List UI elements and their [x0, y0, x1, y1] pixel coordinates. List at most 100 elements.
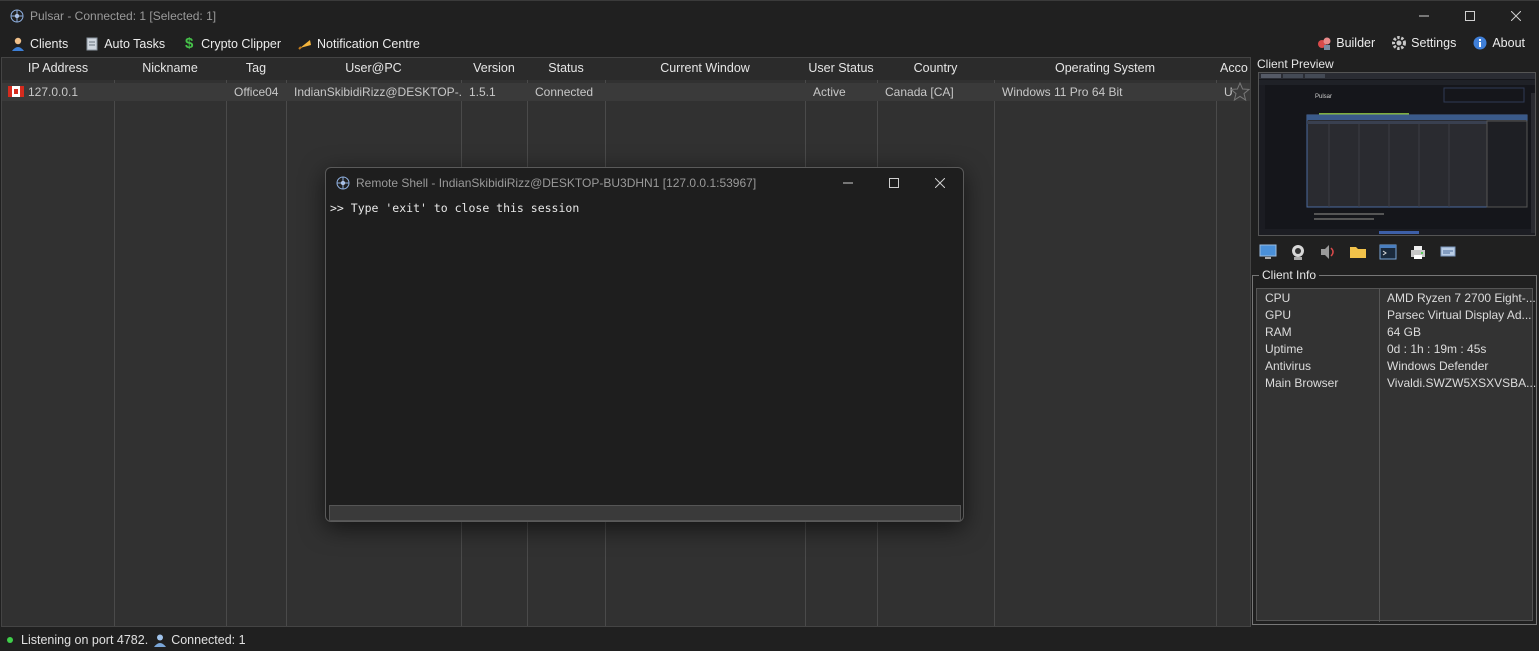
list-header: IP Address Nickname Tag User@PC Version … — [2, 58, 1250, 80]
col-version[interactable]: Version — [461, 58, 527, 80]
list-item[interactable]: Antivirus Windows Defender — [1257, 358, 1534, 375]
client-tools — [1256, 240, 1466, 264]
info-key-ram: RAM — [1265, 325, 1292, 339]
minimize-icon — [1419, 15, 1429, 17]
info-value-cpu: AMD Ryzen 7 2700 Eight-... — [1387, 291, 1536, 305]
gear-icon — [1391, 35, 1407, 51]
info-value-uptime: 0d : 1h : 19m : 45s — [1387, 342, 1487, 356]
dialog-title: Remote Shell - IndianSkibidiRizz@DESKTOP… — [356, 176, 757, 190]
col-nickname[interactable]: Nickname — [114, 58, 226, 80]
cell-user-status: Active — [813, 85, 846, 99]
menu-builder-label: Builder — [1336, 36, 1376, 50]
col-country[interactable]: Country — [877, 58, 994, 80]
status-bar: Listening on port 4782. Connected: 1 — [0, 628, 1539, 651]
info-value-gpu: Parsec Virtual Display Ad... — [1387, 308, 1532, 322]
window-title: Pulsar - Connected: 1 [Selected: 1] — [30, 9, 217, 23]
cell-nickname — [114, 83, 226, 101]
menu-notification-centre[interactable]: Notification Centre — [287, 32, 426, 56]
col-ip-address[interactable]: IP Address — [2, 58, 114, 80]
col-user-pc[interactable]: User@PC — [286, 58, 461, 80]
webcam-icon — [1292, 245, 1304, 260]
minimize-button[interactable] — [1401, 1, 1447, 31]
info-value-ram: 64 GB — [1387, 325, 1422, 339]
menu-crypto-clipper[interactable]: $ Crypto Clipper — [171, 32, 287, 56]
cell-status: Connected — [535, 85, 594, 99]
bell-icon — [297, 36, 313, 52]
star-icon[interactable] — [1230, 82, 1250, 102]
menu-notification-centre-label: Notification Centre — [317, 36, 420, 51]
cell-user-pc: IndianSkibidiRizz@DESKTOP-... — [294, 85, 461, 99]
shell-output[interactable]: >> Type 'exit' to close this session — [330, 201, 960, 499]
col-current-window[interactable]: Current Window — [605, 58, 805, 80]
client-preview-image[interactable]: Pulsar — [1258, 72, 1536, 236]
menu-right: Builder Settings About — [1306, 31, 1531, 56]
folder-icon — [1350, 247, 1366, 258]
title-bar: Pulsar - Connected: 1 [Selected: 1] — [0, 0, 1539, 31]
info-key-gpu: GPU — [1265, 308, 1292, 322]
menu-settings[interactable]: Settings — [1381, 31, 1462, 55]
menu-auto-tasks-label: Auto Tasks — [104, 36, 166, 51]
file-manager-button[interactable] — [1346, 240, 1370, 264]
audio-icon — [1321, 245, 1334, 259]
dialog-minimize-button[interactable] — [825, 168, 871, 198]
col-account[interactable]: Acco — [1216, 58, 1250, 80]
info-value-main-browser: Vivaldi.SWZW5XSXVSBA... — [1387, 376, 1537, 390]
close-icon — [935, 178, 945, 188]
close-icon — [1511, 11, 1521, 21]
remote-shell-dialog[interactable]: Remote Shell - IndianSkibidiRizz@DESKTOP… — [325, 167, 964, 522]
maximize-icon — [889, 178, 899, 188]
audio-button[interactable] — [1316, 240, 1340, 264]
cell-current-window — [605, 83, 805, 101]
info-value-antivirus: Windows Defender — [1387, 359, 1489, 373]
list-item[interactable]: GPU Parsec Virtual Display Ad... — [1257, 307, 1534, 324]
col-tag[interactable]: Tag — [226, 58, 286, 80]
menu-auto-tasks[interactable]: Auto Tasks — [74, 32, 171, 56]
minimize-icon — [843, 182, 853, 184]
grid-line — [114, 80, 115, 626]
right-panel: Client Preview Pulsar Client Info CPU AM… — [1252, 57, 1539, 627]
dialog-maximize-button[interactable] — [871, 168, 917, 198]
cell-version: 1.5.1 — [469, 85, 496, 99]
remote-desktop-button[interactable] — [1256, 240, 1280, 264]
webcam-button[interactable] — [1286, 240, 1310, 264]
shell-command-input[interactable] — [329, 505, 961, 521]
info-key-antivirus: Antivirus — [1265, 359, 1312, 373]
cell-operating-system: Windows 11 Pro 64 Bit — [1002, 85, 1123, 99]
grid-line — [286, 80, 287, 626]
cell-tag: Office04 — [234, 85, 279, 99]
info-key-cpu: CPU — [1265, 291, 1291, 305]
remote-shell-button[interactable] — [1376, 240, 1400, 264]
dialog-title-bar[interactable]: Remote Shell - IndianSkibidiRizz@DESKTOP… — [326, 168, 963, 198]
menu-settings-label: Settings — [1411, 36, 1457, 50]
user-icon — [10, 36, 26, 52]
preview-caption: Pulsar — [1315, 94, 1333, 100]
list-item[interactable]: Uptime 0d : 1h : 19m : 45s — [1257, 341, 1534, 358]
table-row[interactable]: 127.0.0.1 Office04 IndianSkibidiRizz@DES… — [2, 82, 1250, 102]
menu-about[interactable]: About — [1462, 31, 1531, 55]
printer-button[interactable] — [1406, 240, 1430, 264]
pulsar-logo-icon — [10, 9, 24, 23]
list-item[interactable]: CPU AMD Ryzen 7 2700 Eight-... — [1257, 290, 1536, 307]
pulsar-logo-icon — [336, 176, 350, 190]
remote-desktop-icon — [1259, 244, 1277, 259]
menu-bar: Clients Auto Tasks $ Crypto Clipper Noti… — [0, 31, 1539, 56]
dialog-window-controls — [825, 168, 963, 198]
shell-icon — [1379, 244, 1397, 260]
client-info-table[interactable]: CPU AMD Ryzen 7 2700 Eight-... GPU Parse… — [1256, 288, 1537, 622]
list-item[interactable]: RAM 64 GB — [1257, 324, 1534, 341]
menu-clients[interactable]: Clients — [0, 32, 74, 56]
close-button[interactable] — [1493, 1, 1539, 31]
dialog-close-button[interactable] — [917, 168, 963, 198]
col-user-status[interactable]: User Status — [805, 58, 877, 80]
list-item[interactable]: Main Browser Vivaldi.SWZW5XSXVSBA... — [1257, 375, 1537, 392]
menu-builder[interactable]: Builder — [1306, 31, 1381, 55]
col-operating-system[interactable]: Operating System — [994, 58, 1216, 80]
connected-count: Connected: 1 — [171, 632, 246, 647]
client-preview-title: Client Preview — [1257, 57, 1334, 71]
maximize-button[interactable] — [1447, 1, 1493, 31]
builder-icon — [1316, 35, 1332, 51]
col-status[interactable]: Status — [527, 58, 605, 80]
network-button[interactable] — [1436, 240, 1460, 264]
grid-line — [1216, 80, 1217, 626]
cell-country: Canada [CA] — [885, 85, 954, 99]
